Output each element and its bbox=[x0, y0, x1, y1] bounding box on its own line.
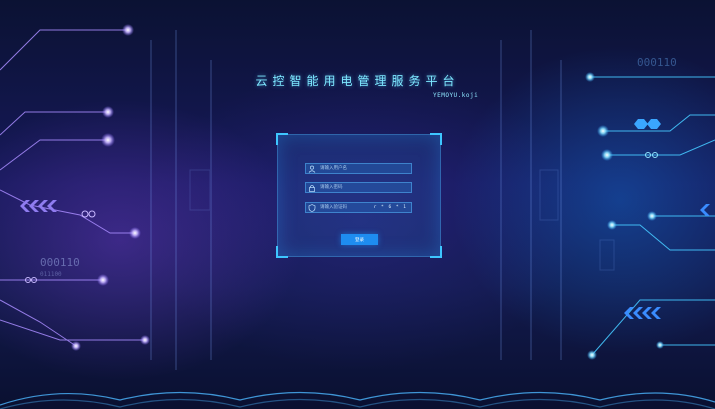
username-field[interactable] bbox=[305, 163, 412, 174]
username-input[interactable] bbox=[320, 164, 390, 173]
bottom-arcs bbox=[0, 391, 715, 409]
shield-icon bbox=[308, 204, 316, 212]
page-title: 云控智能用电管理服务平台 bbox=[255, 74, 460, 88]
right-nodes bbox=[585, 72, 664, 360]
right-chevrons bbox=[624, 204, 710, 319]
login-button[interactable]: 登录 bbox=[341, 234, 378, 245]
corner-decoration bbox=[276, 133, 288, 145]
corner-decoration bbox=[276, 246, 288, 258]
password-input[interactable] bbox=[320, 183, 390, 192]
left-binary-label: 000110 bbox=[40, 256, 80, 269]
password-field[interactable] bbox=[305, 182, 412, 193]
captcha-field[interactable]: r * 6 * 1 bbox=[305, 202, 412, 213]
corner-decoration bbox=[430, 246, 442, 258]
left-binary-small: 011100 bbox=[40, 271, 62, 278]
lock-icon bbox=[309, 184, 315, 192]
captcha-code[interactable]: r * 6 * 1 bbox=[374, 204, 407, 212]
right-binary-label: 000110 bbox=[637, 56, 677, 69]
user-icon bbox=[308, 165, 316, 173]
corner-decoration bbox=[430, 133, 442, 145]
login-panel: r * 6 * 1 登录 bbox=[276, 133, 442, 258]
page-subtitle: YEMOYU.koji bbox=[433, 92, 479, 99]
login-page: 000110 011100 000110 云控智能用电管理服务平台 YEMOYU… bbox=[0, 0, 715, 409]
left-chevrons bbox=[20, 200, 57, 212]
